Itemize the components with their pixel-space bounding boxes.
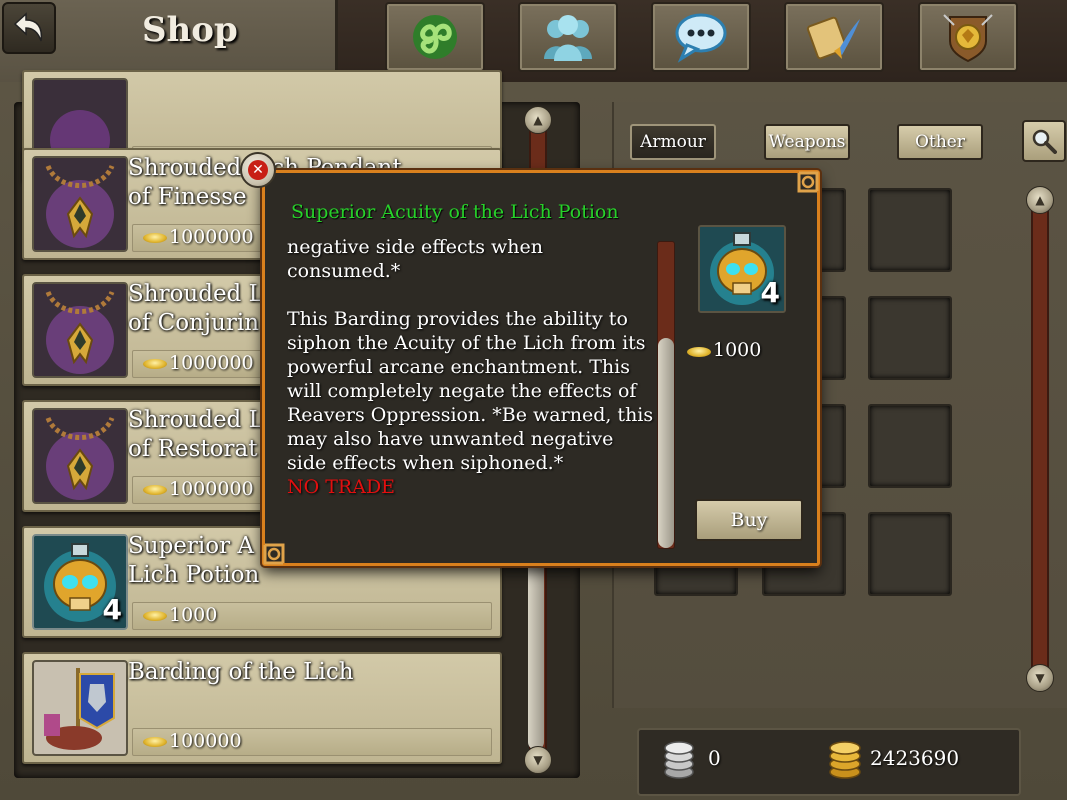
nav-button-clan[interactable] xyxy=(918,2,1018,72)
popup-desc-spacer xyxy=(287,283,657,307)
no-trade-label: NO TRADE xyxy=(287,476,396,498)
popup-desc-top: negative side effects when consumed.* xyxy=(287,236,544,282)
crest-shield-icon xyxy=(943,14,993,63)
search-button[interactable] xyxy=(1022,120,1066,162)
item-name-line1: Barding of the Lich xyxy=(128,659,354,685)
pendant-icon xyxy=(34,158,126,250)
item-price: 1000000 xyxy=(169,478,254,500)
popup-price: 1000 xyxy=(713,339,762,361)
quest-scroll-icon xyxy=(806,16,860,60)
item-list-scroll-thumb[interactable] xyxy=(528,560,544,750)
item-price: 1000000 xyxy=(169,226,254,248)
celtic-knot-icon xyxy=(263,543,285,565)
list-item[interactable]: Barding of the Lich 100000 xyxy=(22,652,502,764)
item-name: Barding of the Lich xyxy=(128,658,488,687)
barding-banner-icon xyxy=(34,662,126,754)
tab-weapons[interactable]: Weapons xyxy=(764,124,850,160)
gold-coin-icon xyxy=(143,737,167,747)
item-detail-popup: Superior Acuity of the Lich Potion negat… xyxy=(262,170,820,566)
nav-button-quests[interactable] xyxy=(784,2,884,72)
back-button[interactable] xyxy=(2,2,56,54)
inventory-slot[interactable] xyxy=(868,512,952,596)
buy-button[interactable]: Buy xyxy=(695,499,803,541)
celtic-knot-icon xyxy=(797,171,819,193)
inventory-slot[interactable] xyxy=(868,188,952,272)
popup-desc-main: This Barding provides the ability to sip… xyxy=(287,308,654,474)
popup-description: negative side effects when consumed.* Th… xyxy=(287,235,657,499)
inventory-scrollbar[interactable] xyxy=(1031,196,1049,680)
gold-coin-icon xyxy=(143,233,167,243)
item-price: 1000000 xyxy=(169,352,254,374)
inventory-slot[interactable] xyxy=(868,404,952,488)
inventory-slot[interactable] xyxy=(868,296,952,380)
back-arrow-icon xyxy=(13,12,43,42)
item-thumbnail xyxy=(32,282,128,378)
scroll-up-arrow[interactable]: ▲ xyxy=(524,106,552,134)
scroll-up-arrow[interactable]: ▲ xyxy=(1026,186,1054,214)
tab-other[interactable]: Other xyxy=(897,124,983,160)
gold-coin-icon xyxy=(143,359,167,369)
scroll-down-arrow[interactable]: ▼ xyxy=(524,746,552,774)
silver-coins-icon xyxy=(664,741,694,779)
item-price: 1000 xyxy=(169,604,218,626)
price-bar: 100000 xyxy=(132,728,492,756)
triskele-icon xyxy=(413,15,457,59)
pendant-icon xyxy=(34,284,126,376)
item-thumbnail xyxy=(32,660,128,756)
popup-item-title: Superior Acuity of the Lich Potion xyxy=(291,201,619,223)
magnifier-icon xyxy=(1032,129,1057,154)
shop-screen: Shop Shrouded Pendant of Finesse 1000000… xyxy=(0,0,1067,800)
chat-bubble-icon xyxy=(675,13,727,63)
gold-coin-icon xyxy=(687,347,711,357)
item-price: 100000 xyxy=(169,730,242,752)
item-thumbnail: 4 xyxy=(32,534,128,630)
stack-count-badge: 4 xyxy=(760,276,780,309)
item-thumbnail xyxy=(32,408,128,504)
gold-coin-icon xyxy=(143,611,167,621)
page-title: Shop xyxy=(142,10,238,50)
price-bar: 1000 xyxy=(132,602,492,630)
pendant-icon xyxy=(34,410,126,502)
scroll-down-arrow[interactable]: ▼ xyxy=(1026,664,1054,692)
tab-armour[interactable]: Armour xyxy=(630,124,716,160)
nav-button-guild[interactable] xyxy=(518,2,618,72)
close-button[interactable]: ✕ xyxy=(240,152,276,188)
nav-button-chat[interactable] xyxy=(651,2,751,72)
stack-count-badge: 4 xyxy=(102,593,122,626)
item-thumbnail xyxy=(32,156,128,252)
gold-coin-icon xyxy=(143,485,167,495)
popup-scroll-thumb[interactable] xyxy=(658,338,674,548)
popup-item-icon: 4 xyxy=(698,225,786,313)
nav-button-abilities[interactable] xyxy=(385,2,485,72)
close-icon: ✕ xyxy=(248,160,268,180)
gold-amount: 2423690 xyxy=(870,746,960,770)
guild-members-icon xyxy=(544,15,592,61)
silver-amount: 0 xyxy=(708,746,721,770)
gold-coins-icon xyxy=(829,741,861,779)
